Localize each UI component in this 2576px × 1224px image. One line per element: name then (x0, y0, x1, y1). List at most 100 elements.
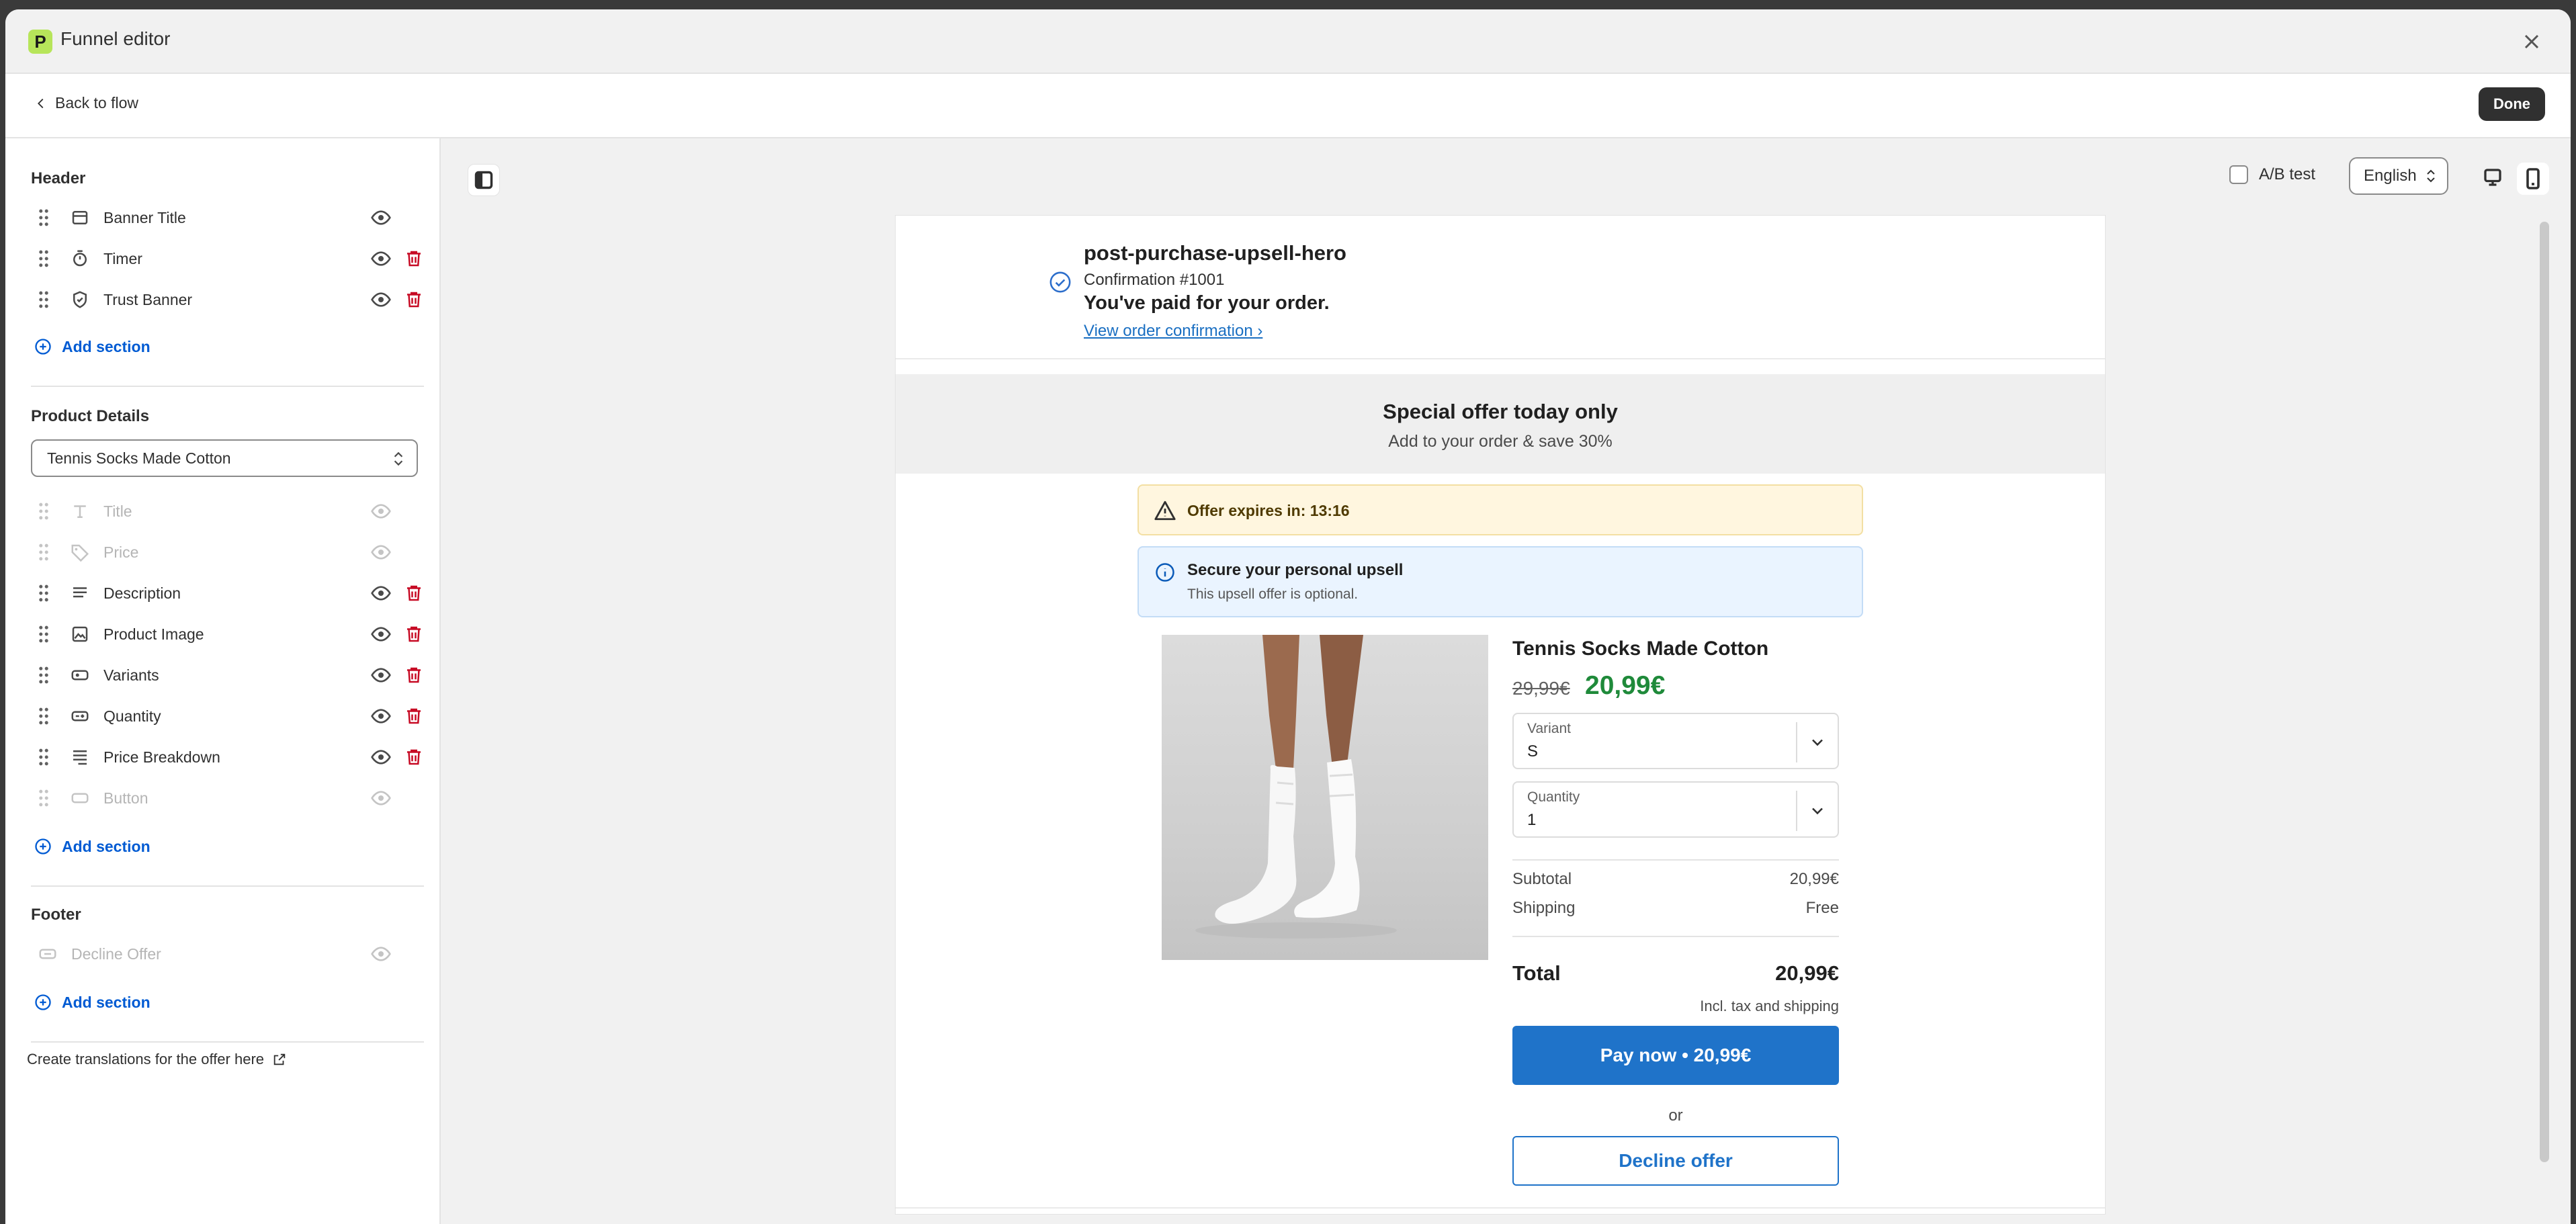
sidebar-item-variants[interactable]: Variants (31, 655, 424, 695)
eye-icon[interactable] (370, 207, 392, 228)
drag-handle-icon[interactable] (38, 584, 50, 603)
eye-icon[interactable] (370, 541, 392, 563)
add-section-button[interactable]: Add section (34, 837, 151, 856)
sidebar-item-label: Timer (103, 249, 142, 267)
done-button[interactable]: Done (2479, 87, 2545, 121)
pay-now-button[interactable]: Pay now • 20,99€ (1512, 1026, 1839, 1085)
drag-handle-icon[interactable] (38, 249, 50, 268)
delete-icon[interactable] (404, 583, 424, 603)
confirmation-number: Confirmation #1001 (1084, 271, 1225, 289)
delete-icon[interactable] (404, 665, 424, 685)
quantity-select[interactable]: Quantity 1 (1512, 781, 1839, 838)
total-row: Total 20,99€ (1512, 961, 1839, 986)
drag-handle-icon[interactable] (38, 748, 50, 767)
variant-icon (71, 670, 89, 681)
tax-note: Incl. tax and shipping (1700, 998, 1839, 1014)
delete-icon[interactable] (404, 249, 424, 269)
sidebar-item-label: Banner Title (103, 208, 186, 226)
ab-test-toggle[interactable]: A/B test (2229, 165, 2315, 184)
ab-test-checkbox[interactable] (2229, 165, 2248, 184)
delete-icon[interactable] (404, 706, 424, 726)
title-icon (74, 505, 86, 518)
sidebar-item-decline-offer[interactable]: Decline Offer (17, 934, 411, 974)
add-section-label: Add section (62, 837, 151, 855)
total-value: 20,99€ (1775, 961, 1839, 985)
add-section-button[interactable]: Add section (34, 337, 151, 356)
language-select[interactable]: English (2349, 157, 2448, 195)
divider (31, 885, 424, 887)
title-bar: P Funnel editor (5, 9, 2571, 74)
subtotal-value: 20,99€ (1789, 870, 1839, 888)
drag-handle-icon[interactable] (38, 789, 50, 807)
quantity-label: Quantity (1527, 789, 1580, 805)
eye-icon[interactable] (370, 787, 392, 809)
product-select[interactable]: Tennis Socks Made Cotton (31, 439, 418, 477)
eye-icon[interactable] (370, 943, 392, 965)
eye-icon[interactable] (370, 746, 392, 768)
drag-handle-icon[interactable] (38, 666, 50, 685)
decline-offer-button[interactable]: Decline offer (1512, 1136, 1839, 1186)
drag-handle-icon[interactable] (38, 707, 50, 726)
back-to-flow-link[interactable]: Back to flow (34, 94, 138, 112)
eye-icon[interactable] (370, 289, 392, 310)
list-icon (73, 750, 87, 765)
sidebar-item-price-breakdown[interactable]: Price Breakdown (31, 737, 424, 777)
product-select-value: Tennis Socks Made Cotton (47, 449, 231, 467)
button-icon (39, 949, 56, 959)
shield-icon (73, 291, 87, 308)
eye-icon[interactable] (370, 705, 392, 727)
timer-icon (73, 250, 87, 267)
sidebar-item-label: Product Image (103, 625, 204, 643)
sidebar-item-price[interactable]: Price (31, 532, 424, 572)
delete-icon[interactable] (404, 290, 424, 310)
sidebar-item-button[interactable]: Button (31, 778, 424, 818)
divider (896, 1207, 2105, 1209)
preview-scrollbar[interactable] (2540, 222, 2549, 1162)
delete-icon[interactable] (404, 747, 424, 767)
eye-icon[interactable] (370, 623, 392, 645)
divider (1512, 936, 1839, 937)
eye-icon[interactable] (370, 500, 392, 522)
drag-handle-icon[interactable] (38, 290, 50, 309)
sidebar-item-quantity[interactable]: Quantity (31, 696, 424, 736)
divider (1512, 859, 1839, 861)
sidebar-item-label: Quantity (103, 707, 161, 725)
view-order-link[interactable]: View order confirmation › (1084, 322, 1262, 341)
eye-icon[interactable] (370, 248, 392, 269)
sidebar-item-label: Trust Banner (103, 290, 193, 308)
offer-name: post-purchase-upsell-hero (1084, 241, 1346, 265)
eye-icon[interactable] (370, 582, 392, 604)
ab-test-label: A/B test (2259, 165, 2316, 183)
translations-link[interactable]: Create translations for the offer here (27, 1051, 287, 1068)
add-section-button[interactable]: Add section (34, 993, 151, 1012)
sidebar-item-product-image[interactable]: Product Image (31, 614, 424, 654)
paid-message: You've paid for your order. (1084, 292, 1330, 314)
sidebar-item-label: Price Breakdown (103, 748, 220, 766)
sidebar: Header Banner Title Timer Trust Banner A… (5, 138, 441, 1224)
quantity-icon (71, 711, 89, 722)
offer-banner: Special offer today only Add to your ord… (896, 374, 2105, 474)
eye-icon[interactable] (370, 664, 392, 686)
close-icon[interactable] (2520, 30, 2544, 54)
sidebar-item-timer[interactable]: Timer (31, 238, 424, 279)
variant-select[interactable]: Variant S (1512, 713, 1839, 769)
drag-handle-icon[interactable] (38, 502, 50, 521)
sidebar-item-banner-title[interactable]: Banner Title (31, 198, 424, 238)
mobile-view-icon[interactable] (2517, 163, 2549, 195)
text-icon (73, 587, 87, 598)
sidebar-item-title[interactable]: Title (31, 491, 424, 531)
sidebar-item-description[interactable]: Description (31, 573, 424, 613)
drag-handle-icon[interactable] (38, 543, 50, 562)
offer-preview: post-purchase-upsell-hero Confirmation #… (895, 215, 2106, 1215)
drag-handle-icon[interactable] (38, 625, 50, 644)
divider (1796, 722, 1797, 762)
desktop-view-icon[interactable] (2478, 163, 2507, 192)
sidebar-item-label: Description (103, 584, 181, 602)
app-logo: P (28, 30, 52, 54)
subtotal-row: Subtotal 20,99€ (1512, 870, 1839, 889)
drag-handle-icon[interactable] (38, 208, 50, 227)
delete-icon[interactable] (404, 624, 424, 644)
sidebar-item-label: Variants (103, 666, 159, 684)
sidebar-item-trust-banner[interactable]: Trust Banner (31, 279, 424, 320)
toggle-sidebar-icon[interactable] (468, 164, 500, 196)
